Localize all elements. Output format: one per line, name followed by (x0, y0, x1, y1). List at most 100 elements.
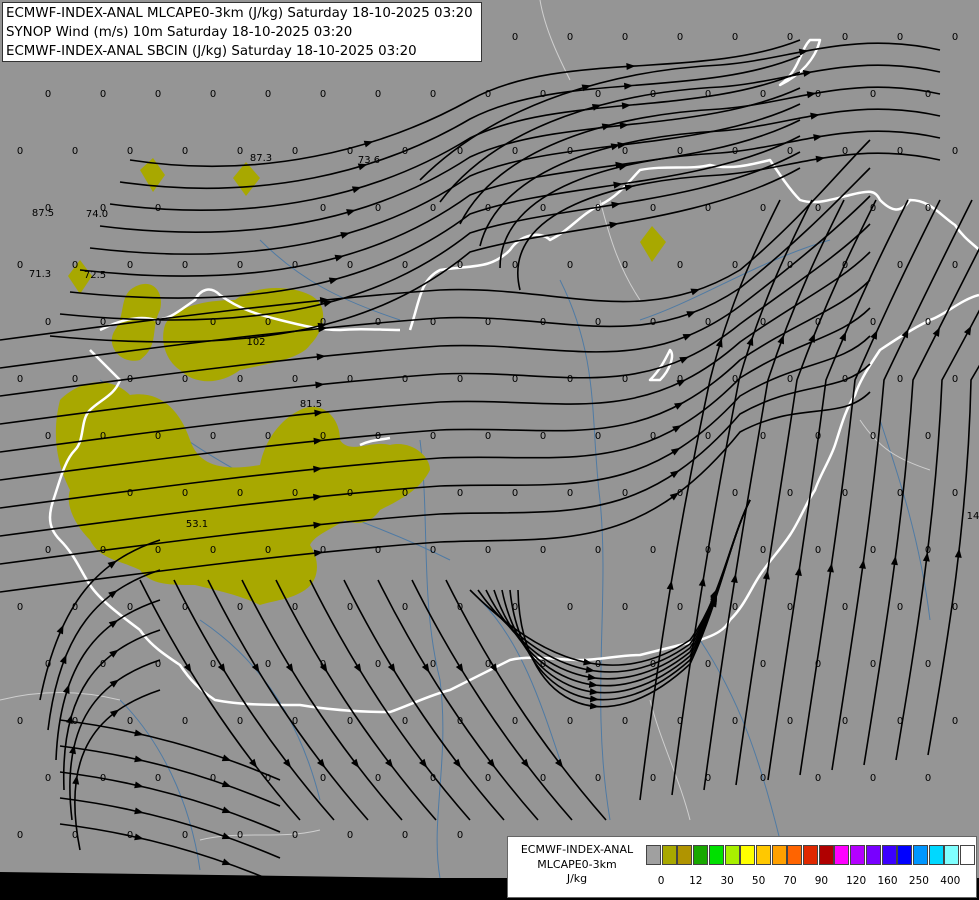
sbcin-value: 0 (925, 317, 931, 328)
sbcin-value: 0 (595, 317, 601, 328)
legend-parameter: MLCAPE0-3km (537, 857, 617, 871)
sbcin-value: 0 (320, 203, 326, 214)
sbcin-value: 0 (182, 260, 188, 271)
sbcin-value: 0 (567, 260, 573, 271)
sbcin-value: 0 (925, 659, 931, 670)
sbcin-value: 0 (870, 545, 876, 556)
sbcin-value: 0 (155, 773, 161, 784)
sbcin-value: 0 (347, 260, 353, 271)
sbcin-value: 0 (952, 602, 958, 613)
sbcin-value: 0 (952, 146, 958, 157)
sbcin-value: 0 (952, 32, 958, 43)
legend-swatch (897, 845, 913, 865)
sbcin-value: 0 (705, 545, 711, 556)
sbcin-value: 0 (457, 374, 463, 385)
sbcin-value: 0 (842, 260, 848, 271)
sbcin-value: 0 (402, 146, 408, 157)
sbcin-value: 0 (237, 260, 243, 271)
sbcin-value: 0 (870, 659, 876, 670)
sbcin-value: 0 (650, 317, 656, 328)
sbcin-value: 0 (815, 773, 821, 784)
sbcin-value: 0 (155, 89, 161, 100)
cape-label: 71.3 (29, 269, 51, 280)
weather-map[interactable]: 0 0 0 0 0 0 0 0 0 0 0 0 0 0 0 0 0 0 0 0 0 0 0 0 0 0 0 0 0 0 0 0 0 0 0 0 0 0 0 0… (0, 0, 979, 900)
sbcin-value: 0 (347, 488, 353, 499)
sbcin-value: 0 (375, 659, 381, 670)
sbcin-value: 0 (705, 773, 711, 784)
sbcin-value: 0 (897, 488, 903, 499)
sbcin-value: 0 (182, 830, 188, 841)
sbcin-value: 0 (732, 146, 738, 157)
cape-label: 81.5 (300, 399, 322, 410)
sbcin-value: 0 (512, 260, 518, 271)
sbcin-value: 0 (925, 89, 931, 100)
sbcin-value: 0 (952, 260, 958, 271)
sbcin-value: 0 (320, 317, 326, 328)
sbcin-value: 0 (567, 488, 573, 499)
sbcin-value: 0 (430, 659, 436, 670)
cape-label: 102 (246, 337, 265, 348)
sbcin-value: 0 (237, 488, 243, 499)
sbcin-value: 0 (760, 203, 766, 214)
sbcin-value: 0 (375, 317, 381, 328)
sbcin-value: 0 (842, 146, 848, 157)
sbcin-value: 0 (567, 374, 573, 385)
sbcin-value: 0 (485, 545, 491, 556)
sbcin-value: 0 (622, 32, 628, 43)
sbcin-value: 0 (540, 317, 546, 328)
sbcin-value: 0 (402, 716, 408, 727)
sbcin-value: 0 (815, 659, 821, 670)
sbcin-value: 0 (320, 431, 326, 442)
sbcin-value: 0 (787, 602, 793, 613)
cape-label: 72.5 (84, 270, 106, 281)
sbcin-value: 0 (897, 146, 903, 157)
sbcin-value: 0 (72, 146, 78, 157)
sbcin-value: 0 (265, 317, 271, 328)
legend-swatch (677, 845, 693, 865)
sbcin-value: 0 (457, 830, 463, 841)
sbcin-value: 0 (457, 716, 463, 727)
sbcin-value: 0 (430, 545, 436, 556)
legend-tick-label: 0 (657, 875, 665, 887)
sbcin-value: 0 (650, 431, 656, 442)
sbcin-value: 0 (155, 203, 161, 214)
sbcin-value: 0 (320, 659, 326, 670)
sbcin-value: 0 (540, 431, 546, 442)
sbcin-value: 0 (155, 431, 161, 442)
sbcin-value: 0 (622, 374, 628, 385)
cape-label: 73.6 (358, 155, 380, 166)
sbcin-value: 0 (760, 431, 766, 442)
legend-tick-label: 160 (877, 875, 898, 887)
sbcin-value: 0 (100, 545, 106, 556)
sbcin-value: 0 (265, 545, 271, 556)
sbcin-value: 0 (375, 203, 381, 214)
sbcin-value: 0 (540, 89, 546, 100)
legend-tick-label: 30 (720, 875, 734, 887)
cape-label: 14 (967, 511, 979, 522)
sbcin-value: 0 (182, 716, 188, 727)
sbcin-value: 0 (622, 716, 628, 727)
sbcin-value: 0 (787, 716, 793, 727)
sbcin-value: 0 (705, 203, 711, 214)
legend-swatch (928, 845, 944, 865)
legend-swatch (850, 845, 866, 865)
sbcin-value: 0 (787, 146, 793, 157)
legend-tick-label: 50 (751, 875, 766, 887)
sbcin-value: 0 (17, 830, 23, 841)
sbcin-value: 0 (210, 659, 216, 670)
sbcin-value: 0 (815, 203, 821, 214)
sbcin-value: 0 (237, 374, 243, 385)
sbcin-value: 0 (677, 374, 683, 385)
sbcin-value: 0 (45, 773, 51, 784)
sbcin-value: 0 (265, 431, 271, 442)
sbcin-value: 0 (677, 146, 683, 157)
sbcin-value: 0 (650, 89, 656, 100)
legend-swatch (960, 845, 975, 865)
legend-tick-label: 250 (908, 875, 929, 887)
sbcin-value: 0 (842, 716, 848, 727)
sbcin-value: 0 (402, 602, 408, 613)
sbcin-value: 0 (760, 773, 766, 784)
sbcin-value: 0 (815, 545, 821, 556)
sbcin-value: 0 (100, 659, 106, 670)
sbcin-value: 0 (870, 317, 876, 328)
